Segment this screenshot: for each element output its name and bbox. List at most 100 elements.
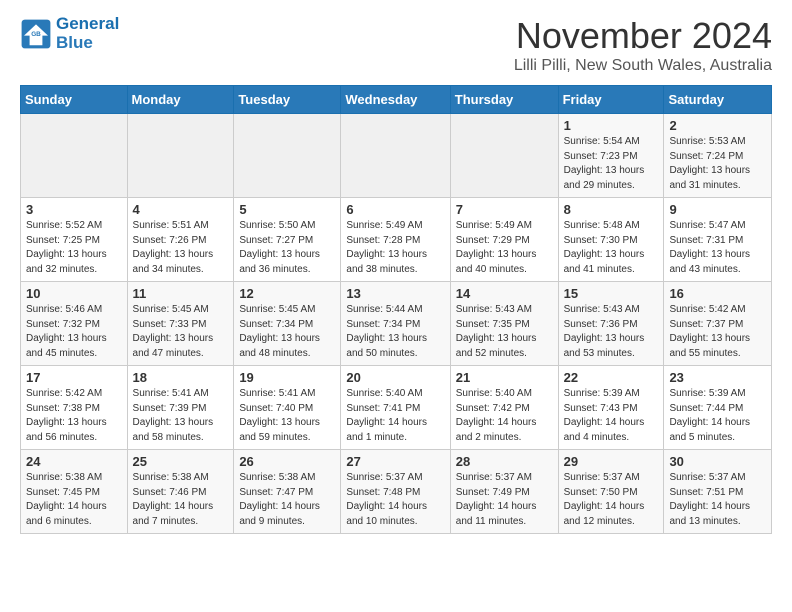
calendar-header: SundayMondayTuesdayWednesdayThursdayFrid… [21, 86, 772, 114]
day-info: Sunrise: 5:37 AM Sunset: 7:49 PM Dayligh… [456, 471, 553, 529]
day-number: 8 [564, 202, 659, 217]
day-number: 7 [456, 202, 553, 217]
day-info: Sunrise: 5:50 AM Sunset: 7:27 PM Dayligh… [239, 219, 335, 277]
logo-blue: Blue [56, 33, 93, 52]
svg-text:GB: GB [31, 31, 41, 38]
day-info: Sunrise: 5:38 AM Sunset: 7:47 PM Dayligh… [239, 471, 335, 529]
calendar-cell: 6 Sunrise: 5:49 AM Sunset: 7:28 PM Daylig… [341, 198, 450, 282]
day-info: Sunrise: 5:49 AM Sunset: 7:29 PM Dayligh… [456, 219, 553, 277]
header-day-monday: Monday [127, 86, 234, 114]
day-number: 25 [133, 454, 229, 469]
logo-icon: GB [20, 18, 52, 50]
day-number: 6 [346, 202, 444, 217]
day-number: 13 [346, 286, 444, 301]
day-number: 27 [346, 454, 444, 469]
day-number: 20 [346, 370, 444, 385]
day-info: Sunrise: 5:51 AM Sunset: 7:26 PM Dayligh… [133, 219, 229, 277]
calendar-cell [127, 114, 234, 198]
day-number: 23 [669, 370, 766, 385]
week-row-5: 24Sunrise: 5:38 AM Sunset: 7:45 PM Dayli… [21, 450, 772, 534]
day-info: Sunrise: 5:39 AM Sunset: 7:43 PM Dayligh… [564, 387, 659, 445]
calendar-cell: 21Sunrise: 5:40 AM Sunset: 7:42 PM Dayli… [450, 366, 558, 450]
day-info: Sunrise: 5:42 AM Sunset: 7:38 PM Dayligh… [26, 387, 122, 445]
subtitle: Lilli Pilli, New South Wales, Australia [514, 57, 772, 75]
day-info: Sunrise: 5:47 AM Sunset: 7:31 PM Dayligh… [669, 219, 766, 277]
header-day-friday: Friday [558, 86, 664, 114]
calendar-cell: 29 Sunrise: 5:37 AM Sunset: 7:50 PM Dayli… [558, 450, 664, 534]
calendar-cell [21, 114, 128, 198]
day-number: 29 [564, 454, 659, 469]
calendar-cell: 13 Sunrise: 5:44 AM Sunset: 7:34 PM Dayli… [341, 282, 450, 366]
calendar-cell: 9 Sunrise: 5:47 AM Sunset: 7:31 PM Daylig… [664, 198, 772, 282]
calendar-cell: 17 Sunrise: 5:42 AM Sunset: 7:38 PM Dayli… [21, 366, 128, 450]
day-info: Sunrise: 5:41 AM Sunset: 7:39 PM Dayligh… [133, 387, 229, 445]
calendar-cell [341, 114, 450, 198]
header-day-wednesday: Wednesday [341, 86, 450, 114]
week-row-1: 1Sunrise: 5:54 AM Sunset: 7:23 PM Daylig… [21, 114, 772, 198]
day-info: Sunrise: 5:45 AM Sunset: 7:34 PM Dayligh… [239, 303, 335, 361]
calendar-cell: 15Sunrise: 5:43 AM Sunset: 7:36 PM Dayli… [558, 282, 664, 366]
calendar-cell: 10 Sunrise: 5:46 AM Sunset: 7:32 PM Dayli… [21, 282, 128, 366]
day-info: Sunrise: 5:54 AM Sunset: 7:23 PM Dayligh… [564, 135, 659, 193]
calendar-cell: 22 Sunrise: 5:39 AM Sunset: 7:43 PM Dayli… [558, 366, 664, 450]
week-row-2: 3 Sunrise: 5:52 AM Sunset: 7:25 PM Daylig… [21, 198, 772, 282]
day-info: Sunrise: 5:38 AM Sunset: 7:46 PM Dayligh… [133, 471, 229, 529]
day-number: 10 [26, 286, 122, 301]
calendar-cell: 26Sunrise: 5:38 AM Sunset: 7:47 PM Dayli… [234, 450, 341, 534]
title-block: November 2024 Lilli Pilli, New South Wal… [514, 15, 772, 75]
calendar-cell: 28Sunrise: 5:37 AM Sunset: 7:49 PM Dayli… [450, 450, 558, 534]
calendar-cell: 1Sunrise: 5:54 AM Sunset: 7:23 PM Daylig… [558, 114, 664, 198]
header-day-thursday: Thursday [450, 86, 558, 114]
day-info: Sunrise: 5:43 AM Sunset: 7:36 PM Dayligh… [564, 303, 659, 361]
day-number: 2 [669, 118, 766, 133]
day-info: Sunrise: 5:37 AM Sunset: 7:48 PM Dayligh… [346, 471, 444, 529]
day-number: 17 [26, 370, 122, 385]
calendar-cell: 16Sunrise: 5:42 AM Sunset: 7:37 PM Dayli… [664, 282, 772, 366]
day-info: Sunrise: 5:46 AM Sunset: 7:32 PM Dayligh… [26, 303, 122, 361]
calendar-cell: 11 Sunrise: 5:45 AM Sunset: 7:33 PM Dayli… [127, 282, 234, 366]
day-number: 11 [133, 286, 229, 301]
day-info: Sunrise: 5:41 AM Sunset: 7:40 PM Dayligh… [239, 387, 335, 445]
page: GB General Blue November 2024 Lilli Pill… [0, 0, 792, 612]
day-number: 5 [239, 202, 335, 217]
calendar-cell: 5 Sunrise: 5:50 AM Sunset: 7:27 PM Daylig… [234, 198, 341, 282]
day-number: 21 [456, 370, 553, 385]
main-title: November 2024 [514, 15, 772, 57]
logo: GB General Blue [20, 15, 119, 52]
day-info: Sunrise: 5:49 AM Sunset: 7:28 PM Dayligh… [346, 219, 444, 277]
day-number: 4 [133, 202, 229, 217]
day-number: 16 [669, 286, 766, 301]
day-number: 9 [669, 202, 766, 217]
calendar-cell: 25 Sunrise: 5:38 AM Sunset: 7:46 PM Dayli… [127, 450, 234, 534]
day-info: Sunrise: 5:53 AM Sunset: 7:24 PM Dayligh… [669, 135, 766, 193]
calendar-cell: 12 Sunrise: 5:45 AM Sunset: 7:34 PM Dayli… [234, 282, 341, 366]
day-info: Sunrise: 5:48 AM Sunset: 7:30 PM Dayligh… [564, 219, 659, 277]
day-number: 14 [456, 286, 553, 301]
day-number: 30 [669, 454, 766, 469]
header-day-sunday: Sunday [21, 86, 128, 114]
logo-general: General [56, 14, 119, 33]
calendar-cell: 3 Sunrise: 5:52 AM Sunset: 7:25 PM Daylig… [21, 198, 128, 282]
day-info: Sunrise: 5:37 AM Sunset: 7:51 PM Dayligh… [669, 471, 766, 529]
calendar-cell: 30 Sunrise: 5:37 AM Sunset: 7:51 PM Dayli… [664, 450, 772, 534]
calendar-cell: 14 Sunrise: 5:43 AM Sunset: 7:35 PM Dayli… [450, 282, 558, 366]
day-number: 3 [26, 202, 122, 217]
day-info: Sunrise: 5:39 AM Sunset: 7:44 PM Dayligh… [669, 387, 766, 445]
day-info: Sunrise: 5:37 AM Sunset: 7:50 PM Dayligh… [564, 471, 659, 529]
day-info: Sunrise: 5:45 AM Sunset: 7:33 PM Dayligh… [133, 303, 229, 361]
day-info: Sunrise: 5:43 AM Sunset: 7:35 PM Dayligh… [456, 303, 553, 361]
header: GB General Blue November 2024 Lilli Pill… [20, 15, 772, 75]
calendar-cell: 27 Sunrise: 5:37 AM Sunset: 7:48 PM Dayli… [341, 450, 450, 534]
day-info: Sunrise: 5:44 AM Sunset: 7:34 PM Dayligh… [346, 303, 444, 361]
day-number: 12 [239, 286, 335, 301]
day-info: Sunrise: 5:52 AM Sunset: 7:25 PM Dayligh… [26, 219, 122, 277]
calendar-cell: 20Sunrise: 5:40 AM Sunset: 7:41 PM Dayli… [341, 366, 450, 450]
header-day-saturday: Saturday [664, 86, 772, 114]
calendar-cell [450, 114, 558, 198]
calendar-cell: 7 Sunrise: 5:49 AM Sunset: 7:29 PM Daylig… [450, 198, 558, 282]
calendar-cell: 24Sunrise: 5:38 AM Sunset: 7:45 PM Dayli… [21, 450, 128, 534]
header-row: SundayMondayTuesdayWednesdayThursdayFrid… [21, 86, 772, 114]
calendar-cell [234, 114, 341, 198]
day-number: 19 [239, 370, 335, 385]
day-number: 22 [564, 370, 659, 385]
